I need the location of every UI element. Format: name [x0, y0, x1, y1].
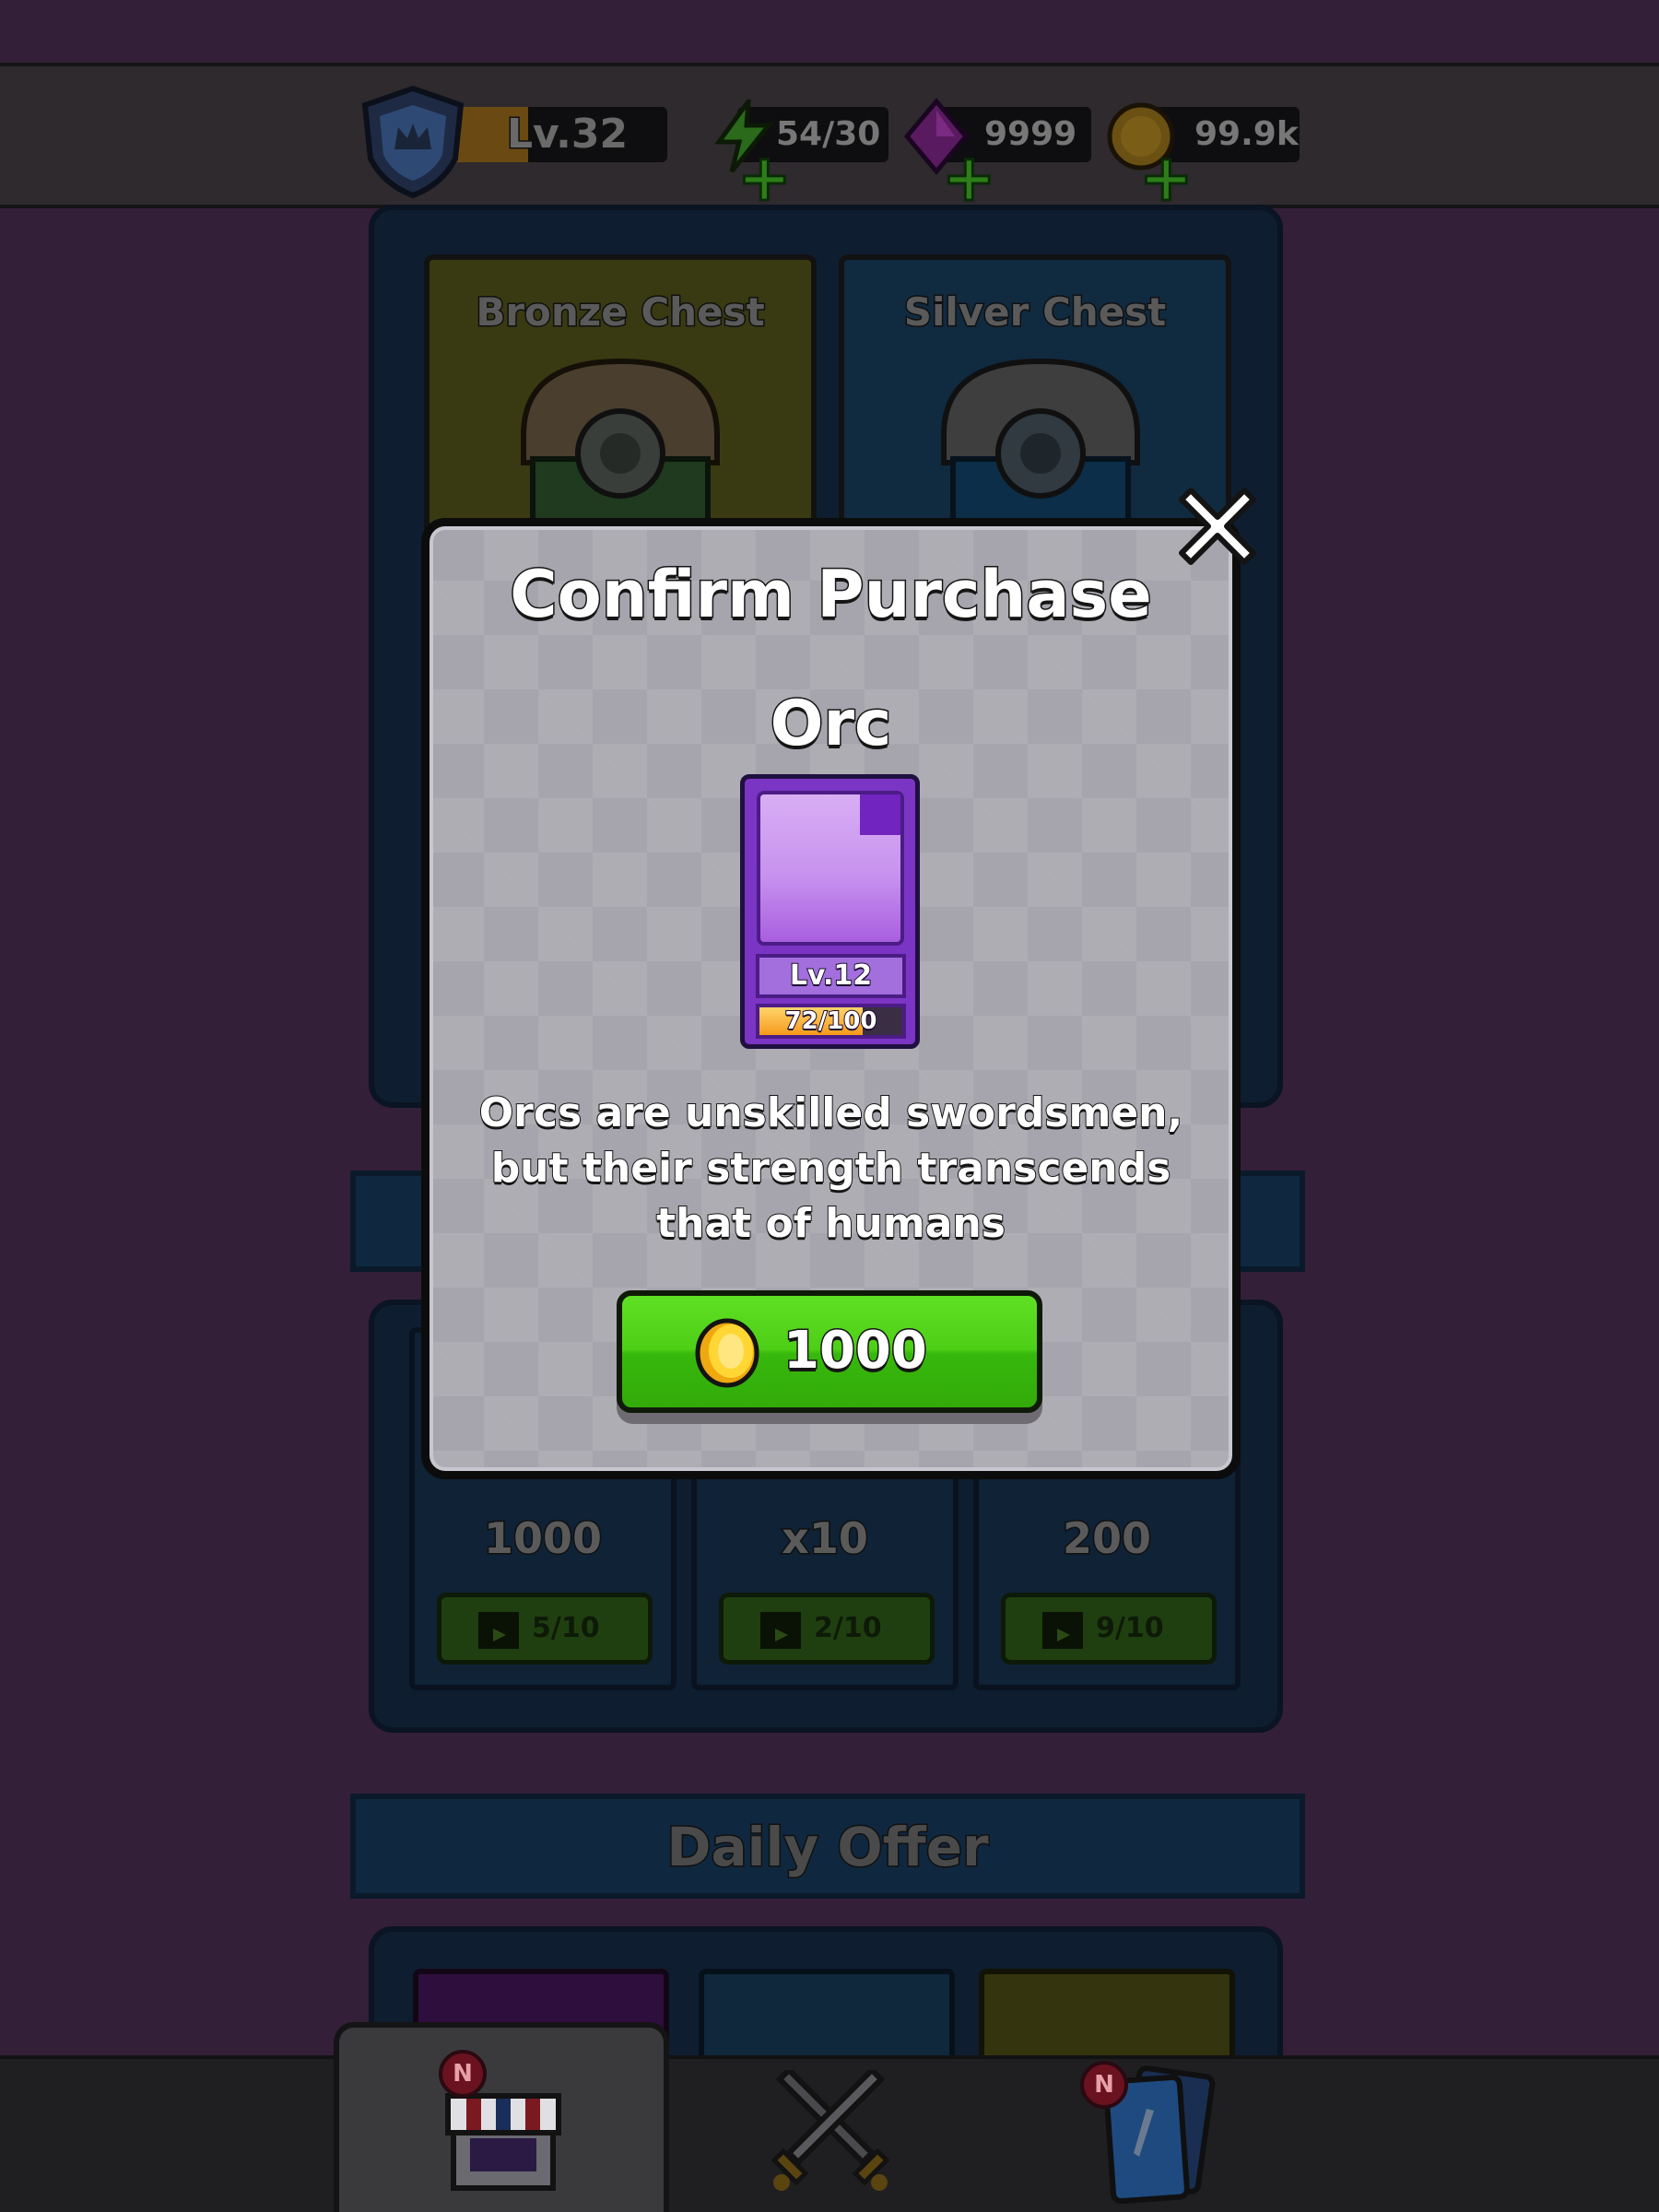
coins-value: 99.9k — [1194, 115, 1299, 153]
gems-value: 9999 — [984, 115, 1077, 153]
add-energy-button[interactable]: + — [736, 145, 794, 212]
silver-chest-icon — [941, 358, 1140, 546]
watch-ad-button[interactable]: 9/10 — [1001, 1593, 1217, 1665]
watch-ad-button[interactable]: 5/10 — [437, 1593, 653, 1665]
silver-chest-title: Silver Chest — [902, 288, 1168, 336]
rarity-corner — [860, 794, 900, 835]
daily-offer-title: Daily Offer — [665, 1815, 990, 1880]
watch-ad-button[interactable]: 2/10 — [719, 1593, 935, 1665]
clapperboard-icon — [1042, 1612, 1083, 1649]
cards-notification-badge: N — [1080, 2061, 1128, 2109]
add-gems-button[interactable]: + — [941, 145, 998, 212]
add-coins-button[interactable]: + — [1138, 145, 1195, 212]
buy-price: 1000 — [782, 1320, 929, 1382]
description-line: but their strength transcends — [490, 1144, 1172, 1193]
unit-description: Orcs are unskilled swordsmen, but their … — [421, 1086, 1241, 1252]
unit-card-progress-bar: 72/100 — [756, 1004, 906, 1039]
modal-title: Confirm Purchase — [509, 556, 1153, 634]
unit-level: Lv.12 — [756, 954, 906, 998]
shop-notification-badge: N — [439, 2050, 487, 2098]
bronze-chest-icon — [521, 358, 720, 546]
unit-card: Lv.12 72/100 — [740, 774, 920, 1049]
buy-button[interactable]: 1000 — [617, 1290, 1042, 1413]
unit-portrait — [757, 791, 904, 946]
rank-shield-icon — [361, 85, 465, 199]
ad-count: 9/10 — [1096, 1612, 1164, 1644]
ad-reward-amount: x10 — [781, 1512, 870, 1565]
level-label: Lv.32 — [505, 110, 629, 159]
bronze-chest-title: Bronze Chest — [475, 288, 766, 336]
description-line: that of humans — [655, 1199, 1006, 1248]
description-line: Orcs are unskilled swordsmen, — [478, 1088, 1183, 1137]
unit-card-progress-text: 72/100 — [784, 1007, 878, 1035]
clapperboard-icon — [760, 1612, 801, 1649]
level-pill: Lv.32 — [442, 107, 667, 162]
ad-count: 2/10 — [814, 1612, 882, 1644]
unit-name: Orc — [769, 687, 893, 762]
resource-bar: Lv.32 54/30 + 9999 + 99.9k + — [0, 63, 1659, 212]
ad-count: 5/10 — [532, 1612, 600, 1644]
nav-tab-shop[interactable]: N — [334, 2022, 669, 2212]
close-button[interactable] — [1178, 487, 1257, 566]
ad-reward-amount: 200 — [1061, 1512, 1152, 1565]
nav-tab-cards[interactable]: N — [1080, 2061, 1228, 2212]
daily-offer-ribbon: Daily Offer — [350, 1794, 1305, 1899]
clapperboard-icon — [478, 1612, 519, 1649]
energy-value: 54/30 — [776, 115, 881, 153]
coin-icon — [695, 1318, 759, 1388]
nav-tab-battle[interactable] — [761, 2070, 900, 2194]
ad-reward-amount: 1000 — [482, 1512, 603, 1565]
